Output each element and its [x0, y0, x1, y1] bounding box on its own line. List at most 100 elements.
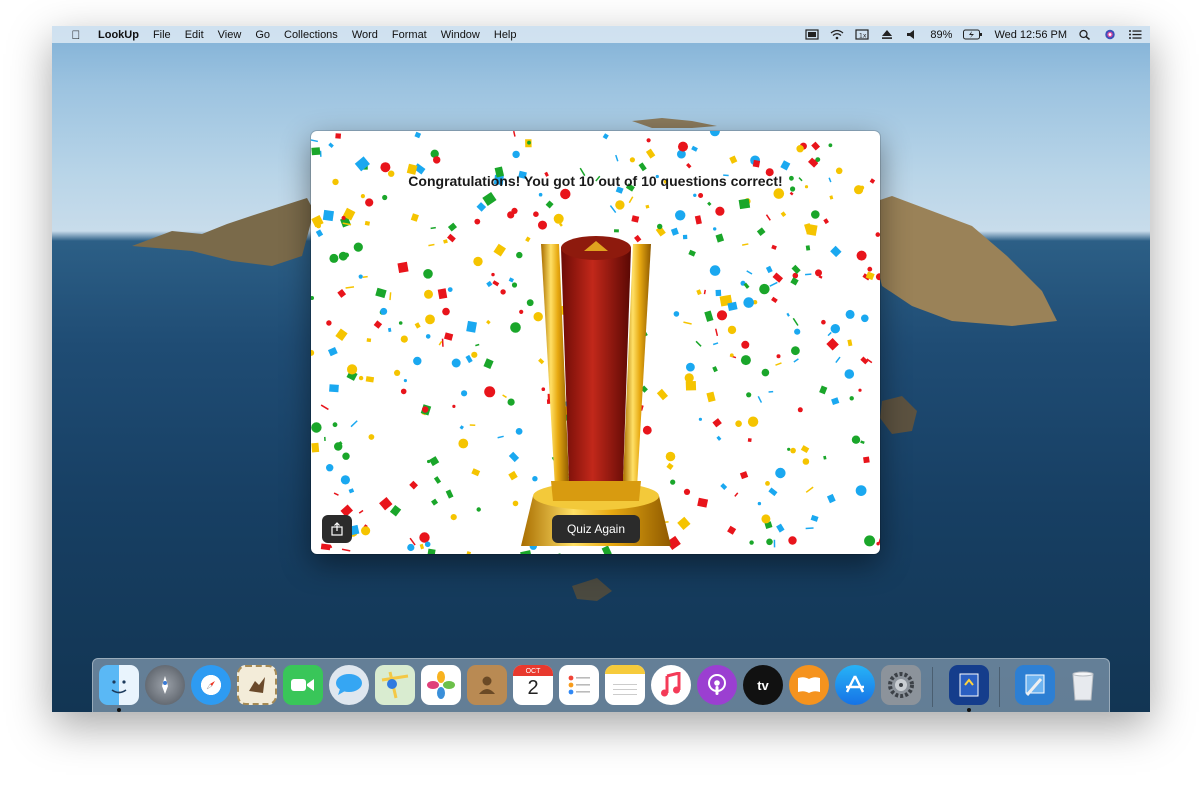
- confetti-piece: [538, 192, 543, 197]
- confetti-piece: [709, 265, 721, 276]
- menu-app-name[interactable]: LookUp: [86, 29, 146, 41]
- confetti-piece: [469, 424, 476, 426]
- confetti-piece: [855, 485, 867, 496]
- confetti-piece: [823, 218, 829, 225]
- maps-icon[interactable]: [375, 665, 415, 705]
- menu-go[interactable]: Go: [248, 29, 277, 41]
- clock[interactable]: Wed 12:56 PM: [994, 29, 1067, 41]
- xcode-icon[interactable]: [1015, 665, 1055, 705]
- music-icon[interactable]: [651, 665, 691, 705]
- confetti-piece: [329, 384, 339, 393]
- confetti-piece: [419, 532, 430, 543]
- menu-bar:  LookUp File Edit View Go Collections W…: [52, 26, 1150, 43]
- app-store-icon[interactable]: [835, 665, 875, 705]
- trash-icon[interactable]: [1063, 665, 1103, 705]
- siri-icon[interactable]: [1103, 29, 1117, 40]
- confetti-piece: [364, 220, 371, 226]
- confetti-piece: [740, 355, 751, 366]
- safari-icon[interactable]: [191, 665, 231, 705]
- confetti-piece: [747, 416, 759, 427]
- spotlight-search-icon[interactable]: [1078, 29, 1092, 40]
- menu-word[interactable]: Word: [345, 29, 385, 41]
- menu-window[interactable]: Window: [434, 29, 487, 41]
- confetti-piece: [765, 214, 771, 221]
- confetti-piece: [810, 514, 819, 522]
- battery-percent: 89%: [930, 28, 953, 41]
- confetti-piece: [742, 243, 749, 246]
- confetti-piece: [845, 309, 855, 319]
- confetti-piece: [358, 274, 363, 279]
- confetti-piece: [447, 222, 458, 232]
- apple-menu-icon[interactable]: : [66, 28, 86, 42]
- confetti-piece: [776, 523, 785, 533]
- menu-file[interactable]: File: [146, 29, 178, 41]
- confetti-piece: [425, 334, 431, 339]
- volume-icon[interactable]: [905, 29, 919, 40]
- confetti-piece: [775, 467, 786, 479]
- finder-icon[interactable]: [99, 665, 139, 705]
- menu-edit[interactable]: Edit: [178, 29, 211, 41]
- confetti-piece: [712, 342, 719, 346]
- system-preferences-icon[interactable]: [881, 665, 921, 705]
- mail-stamp-icon[interactable]: [237, 665, 277, 705]
- confetti-piece: [715, 289, 722, 297]
- confetti-piece: [360, 194, 365, 199]
- confetti-piece: [867, 266, 873, 272]
- confetti-piece: [802, 458, 810, 465]
- messages-icon[interactable]: [329, 665, 369, 705]
- lookup-app-icon[interactable]: [949, 665, 989, 705]
- podcasts-icon[interactable]: [697, 665, 737, 705]
- notification-center-icon[interactable]: [1128, 29, 1142, 40]
- confetti-piece: [322, 209, 335, 222]
- confetti-piece: [695, 340, 702, 347]
- confetti-piece: [805, 527, 814, 530]
- contacts-icon[interactable]: [467, 665, 507, 705]
- confetti-piece: [715, 233, 725, 243]
- reminders-icon[interactable]: [559, 665, 599, 705]
- confetti-piece: [811, 141, 821, 151]
- quiz-again-button[interactable]: Quiz Again: [552, 515, 640, 543]
- battery-icon[interactable]: [963, 29, 983, 40]
- facetime-icon[interactable]: [283, 665, 323, 705]
- screen-icon[interactable]: [805, 29, 820, 40]
- notes-icon[interactable]: [605, 665, 645, 705]
- menu-collections[interactable]: Collections: [277, 29, 345, 41]
- menu-view[interactable]: View: [211, 29, 249, 41]
- confetti-piece: [786, 312, 790, 317]
- confetti-piece: [375, 287, 387, 299]
- confetti-piece: [311, 349, 315, 356]
- launchpad-icon[interactable]: [145, 665, 185, 705]
- confetti-piece: [493, 243, 506, 257]
- confetti-piece: [450, 514, 457, 521]
- confetti-piece: [400, 335, 408, 343]
- apple-tv-icon[interactable]: tv: [743, 665, 783, 705]
- confetti-piece: [486, 319, 491, 325]
- books-icon[interactable]: [789, 665, 829, 705]
- eject-icon[interactable]: [880, 29, 894, 40]
- confetti-piece: [311, 442, 320, 453]
- display-icon[interactable]: 1x: [855, 29, 870, 40]
- confetti-piece: [427, 548, 436, 554]
- wifi-icon[interactable]: [830, 29, 844, 40]
- calendar-icon[interactable]: OCT 2: [513, 665, 553, 705]
- confetti-piece: [860, 356, 869, 365]
- confetti-piece: [805, 273, 812, 276]
- confetti-piece: [823, 455, 827, 460]
- share-button[interactable]: [322, 515, 352, 543]
- photos-icon[interactable]: [421, 665, 461, 705]
- confetti-piece: [858, 388, 862, 392]
- confetti-piece: [502, 394, 507, 399]
- confetti-piece: [688, 249, 696, 257]
- menu-help[interactable]: Help: [487, 29, 524, 41]
- confetti-piece: [445, 489, 454, 499]
- confetti-piece: [826, 338, 839, 351]
- confetti-piece: [527, 140, 531, 145]
- confetti-piece: [765, 481, 770, 486]
- confetti-piece: [443, 239, 448, 244]
- confetti-piece: [847, 339, 853, 347]
- menu-format[interactable]: Format: [385, 29, 434, 41]
- result-message: Congratulations! You got 10 out of 10 qu…: [408, 173, 783, 189]
- confetti-piece: [476, 202, 487, 212]
- confetti-piece: [791, 264, 801, 275]
- confetti-piece: [482, 192, 497, 206]
